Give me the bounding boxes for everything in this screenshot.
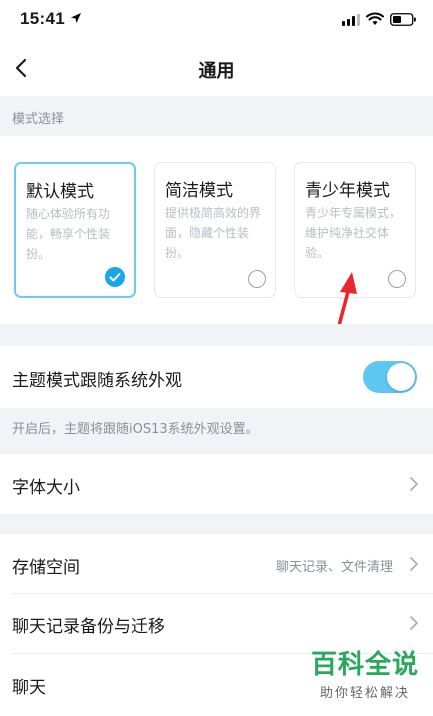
- mode-card-simple[interactable]: 简洁模式 提供极简高效的界面，隐藏个性装扮。: [154, 162, 276, 298]
- chevron-right-icon: [410, 477, 418, 491]
- nav-bar: 通用: [0, 40, 433, 96]
- radio-icon[interactable]: [388, 270, 406, 288]
- chevron-right-icon: [410, 557, 418, 571]
- mode-card-default[interactable]: 默认模式 随心体验所有功能，畅享个性装扮。: [14, 162, 136, 298]
- chat-backup-row[interactable]: 聊天记录备份与迁移: [0, 594, 433, 654]
- section-gap: [0, 324, 433, 346]
- page-title: 通用: [198, 61, 235, 82]
- section-gap: [0, 514, 433, 534]
- watermark: 百科全说 助你轻松解决: [311, 650, 419, 701]
- font-size-label: 字体大小: [12, 478, 80, 498]
- theme-follow-toggle[interactable]: [363, 361, 417, 393]
- status-time: 15:41: [20, 9, 65, 28]
- theme-hint: 开启后，主题将跟随iOS13系统外观设置。: [0, 408, 433, 454]
- watermark-title: 百科全说: [310, 650, 419, 680]
- mode-description: 提供极简高效的界面，隐藏个性装扮。: [165, 206, 262, 260]
- wifi-icon: [366, 12, 384, 25]
- mode-title: 默认模式: [26, 182, 94, 202]
- toggle-knob: [387, 363, 415, 391]
- mode-description: 随心体验所有功能，畅享个性装扮。: [26, 207, 111, 261]
- font-size-row[interactable]: 字体大小: [0, 454, 433, 514]
- chat-backup-label: 聊天记录备份与迁移: [12, 617, 165, 637]
- checkmark-icon: [105, 267, 125, 287]
- storage-label: 存储空间: [12, 558, 80, 578]
- mode-panel: 默认模式 随心体验所有功能，畅享个性装扮。 简洁模式 提供极简高效的界面，隐藏个…: [0, 136, 433, 324]
- mode-section-label: 模式选择: [12, 112, 65, 127]
- storage-row[interactable]: 存储空间 聊天记录、文件清理: [0, 534, 433, 594]
- mode-title: 简洁模式: [165, 181, 233, 201]
- chevron-right-icon: [410, 616, 418, 630]
- storage-value: 聊天记录、文件清理: [275, 560, 393, 575]
- status-bar: 15:41: [0, 0, 433, 40]
- chat-label: 聊天: [12, 678, 46, 698]
- theme-follow-label: 主题模式跟随系统外观: [12, 371, 182, 391]
- location-arrow-icon: [71, 13, 81, 23]
- mode-title: 青少年模式: [305, 181, 390, 201]
- mode-section-header: 模式选择: [0, 96, 433, 136]
- battery-icon: [390, 13, 416, 26]
- signal-icon: [342, 14, 360, 26]
- mode-description: 青少年专属模式，维护纯净社交体验。: [305, 206, 402, 260]
- theme-follow-row: 主题模式跟随系统外观: [0, 346, 433, 408]
- radio-icon[interactable]: [248, 270, 266, 288]
- watermark-subtitle: 助你轻松解决: [319, 686, 410, 701]
- theme-hint-text: 开启后，主题将跟随iOS13系统外观设置。: [12, 422, 259, 437]
